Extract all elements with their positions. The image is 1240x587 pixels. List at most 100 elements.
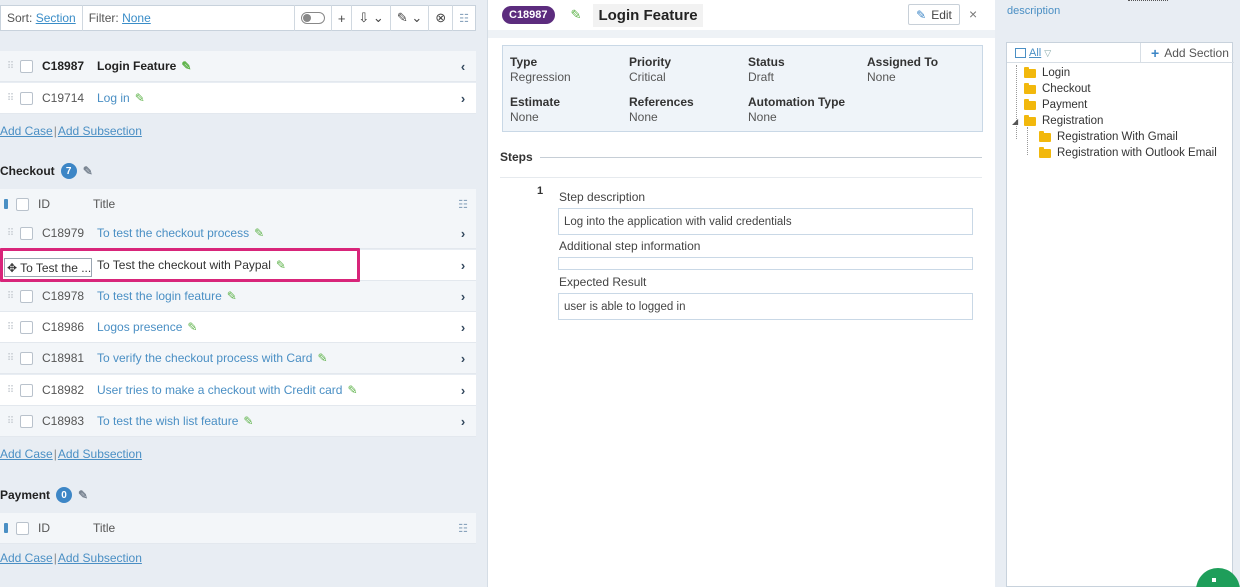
drag-handle-icon[interactable]: ⠿	[0, 291, 20, 302]
tree-node-checkout[interactable]: Checkout	[1024, 82, 1091, 95]
drag-handle-icon[interactable]: ⠿	[0, 322, 20, 333]
step-description-field[interactable]: Log into the application with valid cred…	[558, 208, 973, 235]
case-title[interactable]: Logos presence ✎	[97, 320, 450, 334]
drag-handle-icon[interactable]: ⠿	[0, 93, 20, 104]
row-checkbox[interactable]	[20, 289, 33, 303]
add-case-link[interactable]: Add Case	[0, 124, 53, 138]
tree-node-login[interactable]: Login	[1024, 66, 1070, 79]
add-subsection-link[interactable]: Add Subsection	[58, 447, 142, 461]
tree-node-registration[interactable]: Registration	[1024, 114, 1103, 127]
edit-icon[interactable]: ✎	[317, 351, 327, 365]
chevron-right-icon[interactable]: ›	[450, 91, 476, 106]
case-title[interactable]: To test the login feature ✎	[97, 289, 450, 303]
header-title[interactable]: Title	[93, 521, 450, 535]
expected-result-field[interactable]: user is able to logged in	[558, 293, 973, 320]
table-row[interactable]: ⠿ C18982 User tries to make a checkout w…	[0, 375, 476, 406]
row-checkbox[interactable]	[20, 383, 33, 397]
all-filter[interactable]: All ▽	[1015, 47, 1051, 59]
folder-icon	[1039, 146, 1051, 158]
table-row[interactable]: ⠿ C19714 Log in ✎ ›	[0, 83, 476, 114]
drag-handle-icon[interactable]: ⠿	[0, 353, 20, 364]
table-row[interactable]: ⠿ C18986 Logos presence ✎ ›	[0, 312, 476, 343]
step-description-label: Step description	[559, 190, 646, 204]
edit-icon[interactable]: ✎	[181, 59, 191, 73]
edit-button[interactable]: ✎ Edit	[908, 4, 960, 25]
edit-icon[interactable]: ✎	[135, 91, 145, 105]
step-info-field[interactable]	[558, 257, 973, 270]
row-checkbox[interactable]	[20, 414, 33, 428]
table-header: ID Title ☷	[0, 189, 476, 220]
chevron-right-icon[interactable]: ›	[450, 414, 476, 429]
chevron-right-icon[interactable]: ›	[450, 320, 476, 335]
chevron-right-icon[interactable]: ›	[450, 226, 476, 241]
add-subsection-link[interactable]: Add Subsection	[58, 124, 142, 138]
tree-node-registration-gmail[interactable]: Registration With Gmail	[1039, 130, 1178, 143]
table-row[interactable]: ⠿ C18987 Login Feature ✎ ‹	[0, 51, 476, 82]
sort-control[interactable]: Sort: Section	[1, 11, 82, 25]
chevron-right-icon[interactable]: ›	[450, 383, 476, 398]
prop-key: References	[629, 95, 694, 109]
case-title-text: Logos presence	[97, 320, 183, 334]
add-case-link[interactable]: Add Case	[0, 551, 53, 565]
add-section-button[interactable]: + Add Section	[1140, 43, 1229, 63]
expand-triangle-icon[interactable]: ◢	[1012, 117, 1018, 126]
case-title[interactable]: To test the checkout process ✎	[97, 226, 450, 240]
case-title[interactable]: To test the wish list feature ✎	[97, 414, 450, 428]
columns-icon[interactable]: ☷	[450, 522, 476, 535]
filter-value-link[interactable]: None	[122, 11, 151, 25]
table-row[interactable]: ⠿ C18978 To test the login feature ✎ ›	[0, 281, 476, 312]
prop-priority: Priority Critical	[629, 55, 747, 84]
case-title[interactable]: To verify the checkout process with Card…	[97, 351, 450, 365]
header-title[interactable]: Title	[93, 197, 450, 211]
assign-dropdown[interactable]: ⇩ ⌄	[351, 5, 389, 31]
edit-icon[interactable]: ✎	[187, 320, 197, 334]
close-icon[interactable]: ×	[969, 6, 977, 22]
edit-icon[interactable]: ✎	[243, 414, 253, 428]
tree-node-registration-outlook[interactable]: Registration with Outlook Email	[1039, 146, 1217, 159]
case-title[interactable]: Login Feature ✎	[97, 59, 450, 73]
add-links: Add Case|Add Subsection	[0, 124, 142, 138]
drag-handle-icon[interactable]: ⠿	[0, 61, 20, 72]
drag-handle-icon[interactable]: ⠿	[0, 228, 20, 239]
pencil-icon[interactable]: ✎	[78, 488, 88, 502]
pencil-icon[interactable]: ✎	[83, 164, 93, 178]
select-all-checkbox[interactable]	[16, 197, 29, 211]
row-checkbox[interactable]	[20, 226, 33, 240]
sort-value-link[interactable]: Section	[36, 11, 76, 25]
drag-handle-icon[interactable]: ⠿	[0, 385, 20, 396]
filter-control[interactable]: Filter: None	[83, 11, 157, 25]
edit-dropdown[interactable]: ✎ ⌄	[389, 5, 428, 31]
row-checkbox[interactable]	[20, 91, 33, 105]
add-subsection-link[interactable]: Add Subsection	[58, 551, 142, 565]
header-divider	[488, 30, 996, 38]
edit-icon[interactable]: ✎	[347, 383, 357, 397]
add-button[interactable]: +	[330, 5, 352, 31]
row-checkbox[interactable]	[20, 320, 33, 334]
chevron-right-icon[interactable]: ›	[450, 289, 476, 304]
table-row[interactable]: ⠿ C18983 To test the wish list feature ✎ …	[0, 406, 476, 437]
chevron-right-icon[interactable]: ›	[450, 258, 476, 273]
toggle-button[interactable]	[293, 5, 331, 31]
row-checkbox[interactable]	[20, 59, 33, 73]
edit-icon[interactable]: ✎	[254, 226, 264, 240]
header-id[interactable]: ID	[38, 521, 93, 535]
columns-button[interactable]: ☷	[452, 5, 475, 31]
header-id[interactable]: ID	[38, 197, 93, 211]
drag-ghost[interactable]: ✥ To Test the ...	[4, 258, 92, 277]
chevron-left-icon[interactable]: ‹	[450, 59, 476, 74]
row-checkbox[interactable]	[20, 351, 33, 365]
add-case-link[interactable]: Add Case	[0, 447, 53, 461]
chevron-right-icon[interactable]: ›	[450, 351, 476, 366]
table-row[interactable]: ⠿ C18981 To verify the checkout process …	[0, 343, 476, 374]
edit-icon[interactable]: ✎	[227, 289, 237, 303]
select-all-checkbox[interactable]	[16, 521, 29, 535]
table-row[interactable]: ⠿ C18979 To test the checkout process ✎ ›	[0, 218, 476, 249]
case-title[interactable]: Log in ✎	[97, 91, 450, 105]
columns-icon[interactable]: ☷	[450, 198, 476, 211]
tree-node-payment[interactable]: Payment	[1024, 98, 1087, 111]
drag-handle-icon[interactable]: ⠿	[0, 416, 20, 427]
properties-box: Type Regression Priority Critical Status…	[502, 45, 983, 132]
case-title[interactable]: User tries to make a checkout with Credi…	[97, 383, 450, 397]
delete-button[interactable]: ⊗	[428, 5, 452, 31]
edit-icon[interactable]: ✎	[571, 7, 582, 23]
